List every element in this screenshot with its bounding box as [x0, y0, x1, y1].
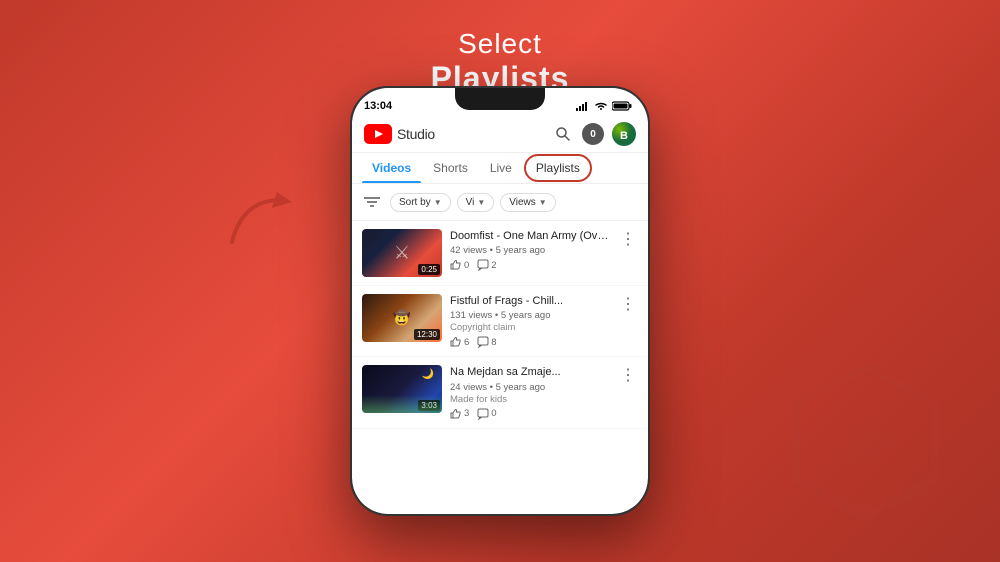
- comment-icon: [477, 259, 489, 271]
- stat-likes-1: 0: [450, 259, 469, 271]
- video-thumb-2: 12:30: [362, 294, 442, 342]
- video-item-2[interactable]: 12:30 Fistful of Frags - Chill... 131 vi…: [352, 286, 648, 357]
- sort-by-chip[interactable]: Sort by ▼: [390, 193, 451, 212]
- video-info-1: Doomfist - One Man Army (Overwatch) 42 v…: [450, 229, 610, 271]
- video-title-2: Fistful of Frags - Chill...: [450, 294, 610, 308]
- video-info-3: Na Mejdan sa Zmaje... 24 views • 5 years…: [450, 365, 610, 419]
- thumbs-up-icon-2: [450, 336, 462, 348]
- comment-icon-3: [477, 408, 489, 420]
- video-more-2[interactable]: ⋮: [618, 294, 638, 314]
- filter-bar: Sort by ▼ Vi ▼ Views ▼: [352, 184, 648, 221]
- filter-icon-btn[interactable]: [360, 190, 384, 214]
- tabs-bar: Videos Shorts Live Playlists: [352, 153, 648, 184]
- video-list: 0:25 Doomfist - One Man Army (Overwatch)…: [352, 221, 648, 429]
- yt-studio-header: Studio 0: [352, 116, 648, 153]
- video-stats-2: 6 8: [450, 336, 610, 348]
- video-stats-3: 3 0: [450, 408, 610, 420]
- signal-icon: [576, 101, 590, 111]
- video-item-1[interactable]: 0:25 Doomfist - One Man Army (Overwatch)…: [352, 221, 648, 286]
- video-title-1: Doomfist - One Man Army (Overwatch): [450, 229, 610, 243]
- video-meta-2: 131 views • 5 years ago: [450, 310, 610, 321]
- views-chevron: ▼: [539, 198, 547, 207]
- notification-avatar[interactable]: 0: [582, 123, 604, 145]
- sort-chevron: ▼: [434, 198, 442, 207]
- video-thumb-3: 3:03: [362, 365, 442, 413]
- youtube-logo-icon: [364, 124, 392, 144]
- title-select: Select: [0, 28, 1000, 60]
- video-thumb-1: 0:25: [362, 229, 442, 277]
- video-more-1[interactable]: ⋮: [618, 229, 638, 249]
- yt-studio-text: Studio: [397, 126, 435, 142]
- stat-comments-2: 8: [477, 336, 496, 348]
- views-chip[interactable]: Views ▼: [500, 193, 555, 212]
- video-meta-1: 42 views • 5 years ago: [450, 245, 610, 256]
- stat-likes-2: 6: [450, 336, 469, 348]
- svg-text:B: B: [620, 130, 628, 142]
- phone-notch: [455, 88, 545, 110]
- watermark-hexagon: [780, 357, 950, 532]
- wifi-icon: [594, 101, 608, 111]
- stat-comments-3: 0: [477, 408, 496, 420]
- video-duration-2: 12:30: [414, 329, 440, 340]
- stat-comments-1: 2: [477, 259, 496, 271]
- video-more-3[interactable]: ⋮: [618, 365, 638, 385]
- thumbs-up-icon-3: [450, 408, 462, 420]
- tab-playlists[interactable]: Playlists: [524, 154, 592, 182]
- video-duration-1: 0:25: [418, 264, 440, 275]
- video-status-2: Copyright claim: [450, 322, 610, 333]
- yt-header-icons: 0 B: [552, 122, 636, 146]
- vi-chip[interactable]: Vi ▼: [457, 193, 495, 212]
- profile-avatar[interactable]: B: [612, 122, 636, 146]
- tab-shorts[interactable]: Shorts: [423, 153, 478, 183]
- video-item-3[interactable]: 3:03 Na Mejdan sa Zmaje... 24 views • 5 …: [352, 357, 648, 428]
- status-icons: [576, 101, 632, 111]
- phone-screen: 13:04: [352, 88, 648, 514]
- yt-logo: Studio: [364, 124, 435, 144]
- arrow-annotation: [222, 182, 302, 257]
- vi-chevron: ▼: [477, 198, 485, 207]
- video-title-3: Na Mejdan sa Zmaje...: [450, 365, 610, 379]
- video-stats-1: 0 2: [450, 259, 610, 271]
- tab-videos[interactable]: Videos: [362, 153, 421, 183]
- thumbs-up-icon: [450, 259, 462, 271]
- video-meta-3: 24 views • 5 years ago: [450, 382, 610, 393]
- status-time: 13:04: [364, 100, 392, 112]
- battery-icon: [612, 101, 632, 111]
- video-duration-3: 3:03: [418, 400, 440, 411]
- video-info-2: Fistful of Frags - Chill... 131 views • …: [450, 294, 610, 348]
- search-icon[interactable]: [552, 123, 574, 145]
- tab-live[interactable]: Live: [480, 153, 522, 183]
- comment-icon-2: [477, 336, 489, 348]
- phone-device: 13:04: [350, 86, 650, 516]
- video-status-3: Made for kids: [450, 394, 610, 405]
- stat-likes-3: 3: [450, 408, 469, 420]
